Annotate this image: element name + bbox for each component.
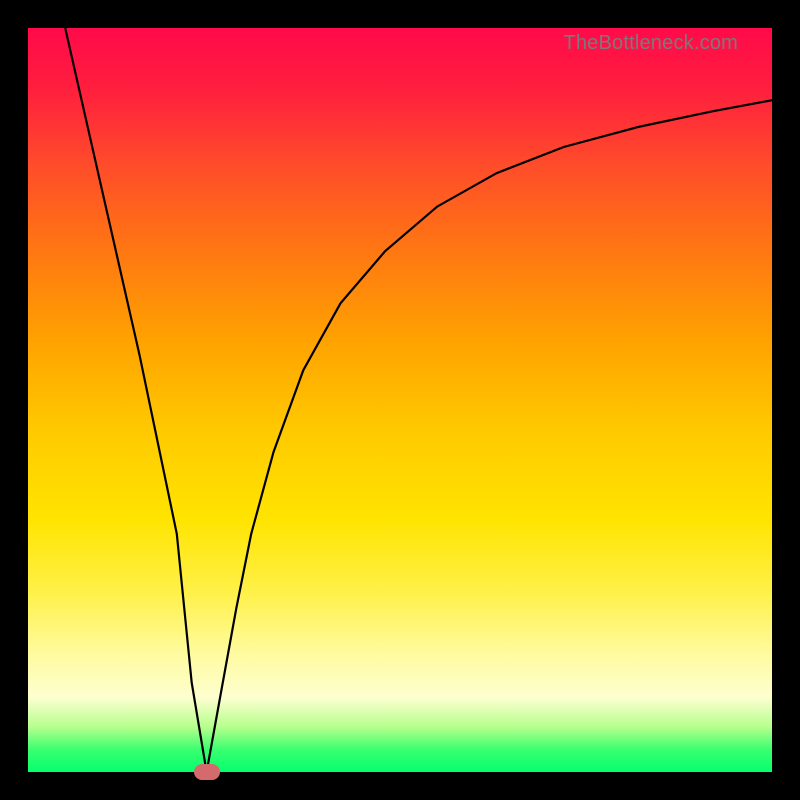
optimal-marker xyxy=(194,764,220,780)
chart-frame: TheBottleneck.com xyxy=(0,0,800,800)
plot-area: TheBottleneck.com xyxy=(28,28,772,772)
curve-right-branch xyxy=(207,100,772,772)
bottleneck-curve xyxy=(28,28,772,772)
curve-left-branch xyxy=(65,28,206,772)
